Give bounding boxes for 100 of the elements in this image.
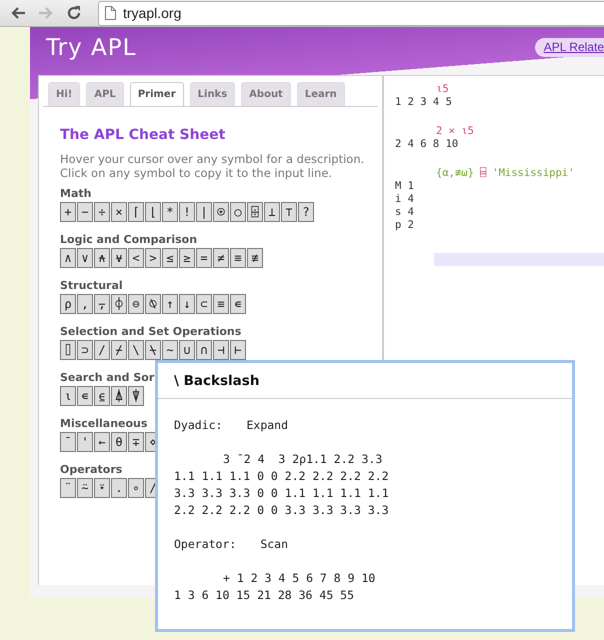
forward-arrow-icon — [38, 6, 54, 20]
symbol-button[interactable]: ∩ — [196, 340, 212, 360]
description-text: Hover your cursor over any symbol for a description. — [60, 152, 366, 166]
symbol-button[interactable]: + — [60, 202, 76, 222]
group-heading: Logic and Comparison — [60, 233, 198, 246]
symbol-button[interactable]: ⍀ — [145, 340, 161, 360]
session-output: i 4 — [395, 193, 414, 205]
symbol-button[interactable]: ' — [77, 432, 93, 452]
group-heading: Structural — [60, 279, 123, 292]
section-label: Dyadic: — [174, 417, 222, 434]
symbol-button[interactable]: ⍨ — [77, 478, 93, 498]
section-label: Operator: — [174, 536, 236, 553]
symbol-button[interactable]: ∊ — [230, 294, 246, 314]
symbol-button[interactable]: ⍳ — [60, 386, 76, 406]
symbol-button[interactable]: , — [77, 294, 93, 314]
code-line: 1.1 1.1 1.1 0 0 2.2 2.2 2.2 2.2 — [174, 469, 389, 483]
input-field[interactable] — [434, 253, 604, 266]
group-heading: Search and Sor — [60, 371, 154, 384]
symbol-button[interactable]: ⍣ — [94, 478, 110, 498]
session-output: p 2 — [395, 219, 414, 231]
symbol-button[interactable]: ÷ — [94, 202, 110, 222]
symbol-button[interactable]: > — [145, 248, 161, 268]
group-heading: Operators — [60, 463, 122, 476]
symbol-button[interactable]: ≡ — [230, 248, 246, 268]
symbol-button[interactable]: ⌿ — [111, 340, 127, 360]
session-output: 2 4 6 8 10 — [395, 138, 458, 150]
symbol-button[interactable]: ⊤ — [281, 202, 297, 222]
symbol-button[interactable]: ⍲ — [94, 248, 110, 268]
code-line: 3 ¯2 4 3 2⍴1.1 2.2 3.3 — [223, 452, 382, 466]
symbol-button[interactable]: ∘ — [128, 478, 144, 498]
section-name: Scan — [260, 536, 288, 553]
group-heading: Miscellaneous — [60, 417, 148, 430]
symbol-button[interactable]: ≡ — [213, 294, 229, 314]
related-link[interactable]: APL Relate — [534, 38, 604, 57]
code-line: + 1 2 3 4 5 6 7 8 9 10 — [223, 571, 376, 585]
symbol-button[interactable]: ⊥ — [264, 202, 280, 222]
symbol-button[interactable]: ≠ — [213, 248, 229, 268]
symbol-button[interactable]: ⍷ — [94, 386, 110, 406]
session-output: 1 2 3 4 5 — [395, 96, 452, 108]
symbol-button[interactable]: ¨ — [60, 478, 76, 498]
symbol-button[interactable]: ∨ — [77, 248, 93, 268]
symbol-button[interactable]: ⍒ — [128, 386, 144, 406]
symbol-button[interactable]: ⊢ — [230, 340, 246, 360]
symbol-button[interactable]: ⍪ — [94, 294, 110, 314]
symbol-button[interactable]: ○ — [230, 202, 246, 222]
symbol-button[interactable]: * — [162, 202, 178, 222]
symbol-button[interactable]: ⍟ — [213, 202, 229, 222]
symbol-button[interactable]: ↓ — [179, 294, 195, 314]
symbol-button[interactable]: ≢ — [247, 248, 263, 268]
symbol-button[interactable]: ∪ — [179, 340, 195, 360]
symbol-button[interactable]: ⊂ — [196, 294, 212, 314]
symbol-button[interactable]: ∊ — [77, 386, 93, 406]
symbol-button[interactable]: ⌈ — [128, 202, 144, 222]
symbol-button[interactable]: ⊖ — [128, 294, 144, 314]
reload-icon — [66, 5, 82, 21]
session-input-code: ⍳5 — [436, 83, 449, 95]
symbol-button[interactable]: ! — [179, 202, 195, 222]
symbol-button[interactable]: ⍋ — [111, 386, 127, 406]
session-output: M 1 — [395, 180, 414, 192]
symbol-button[interactable]: ∧ — [60, 248, 76, 268]
symbol-button[interactable]: / — [94, 340, 110, 360]
symbol-button[interactable]: ⌷ — [60, 340, 76, 360]
site-logo[interactable]: Try APL — [46, 35, 136, 61]
group-heading: Selection and Set Operations — [60, 325, 242, 338]
tooltip-title: \ Backslash — [174, 373, 260, 389]
session-input-code: 2 × ⍳5 — [436, 125, 474, 137]
symbol-button[interactable]: ⊣ — [213, 340, 229, 360]
symbol-button[interactable]: ⍉ — [145, 294, 161, 314]
symbol-button[interactable]: ¯ — [60, 432, 76, 452]
symbol-button[interactable]: ⌹ — [247, 202, 263, 222]
session-input-code: {⍺,≢⍵} — [436, 167, 474, 179]
back-arrow-icon — [10, 6, 26, 20]
symbol-button[interactable]: \ — [128, 340, 144, 360]
symbol-button[interactable]: ↑ — [162, 294, 178, 314]
group-heading: Math — [60, 187, 92, 200]
symbol-button[interactable]: | — [196, 202, 212, 222]
symbol-button[interactable]: = — [196, 248, 212, 268]
symbol-button[interactable]: < — [128, 248, 144, 268]
symbol-button[interactable]: × — [111, 202, 127, 222]
code-line: 2.2 2.2 2.2 0 0 3.3 3.3 3.3 3.3 — [174, 503, 389, 517]
symbol-button[interactable]: ⌊ — [145, 202, 161, 222]
symbol-button[interactable]: . — [111, 478, 127, 498]
code-line: 3.3 3.3 3.3 0 0 1.1 1.1 1.1 1.1 — [174, 486, 389, 500]
symbol-button[interactable]: − — [77, 202, 93, 222]
tab[interactable]: Primer — [130, 82, 184, 106]
symbol-button[interactable]: θ — [111, 432, 127, 452]
symbol-button[interactable]: ⍴ — [60, 294, 76, 314]
symbol-button[interactable]: ~ — [162, 340, 178, 360]
session-output: s 4 — [395, 206, 414, 218]
symbol-button[interactable]: ? — [298, 202, 314, 222]
symbol-button[interactable]: ⍱ — [111, 248, 127, 268]
cheat-sheet-title: The APL Cheat Sheet — [60, 127, 226, 143]
symbol-button[interactable]: ∓ — [128, 432, 144, 452]
symbol-button[interactable]: ⊃ — [77, 340, 93, 360]
address-field[interactable]: tryapl.org — [98, 0, 604, 26]
symbol-button[interactable]: ← — [94, 432, 110, 452]
page-icon — [105, 6, 116, 20]
symbol-button[interactable]: ⌽ — [111, 294, 127, 314]
symbol-button[interactable]: ≤ — [162, 248, 178, 268]
symbol-button[interactable]: ≥ — [179, 248, 195, 268]
